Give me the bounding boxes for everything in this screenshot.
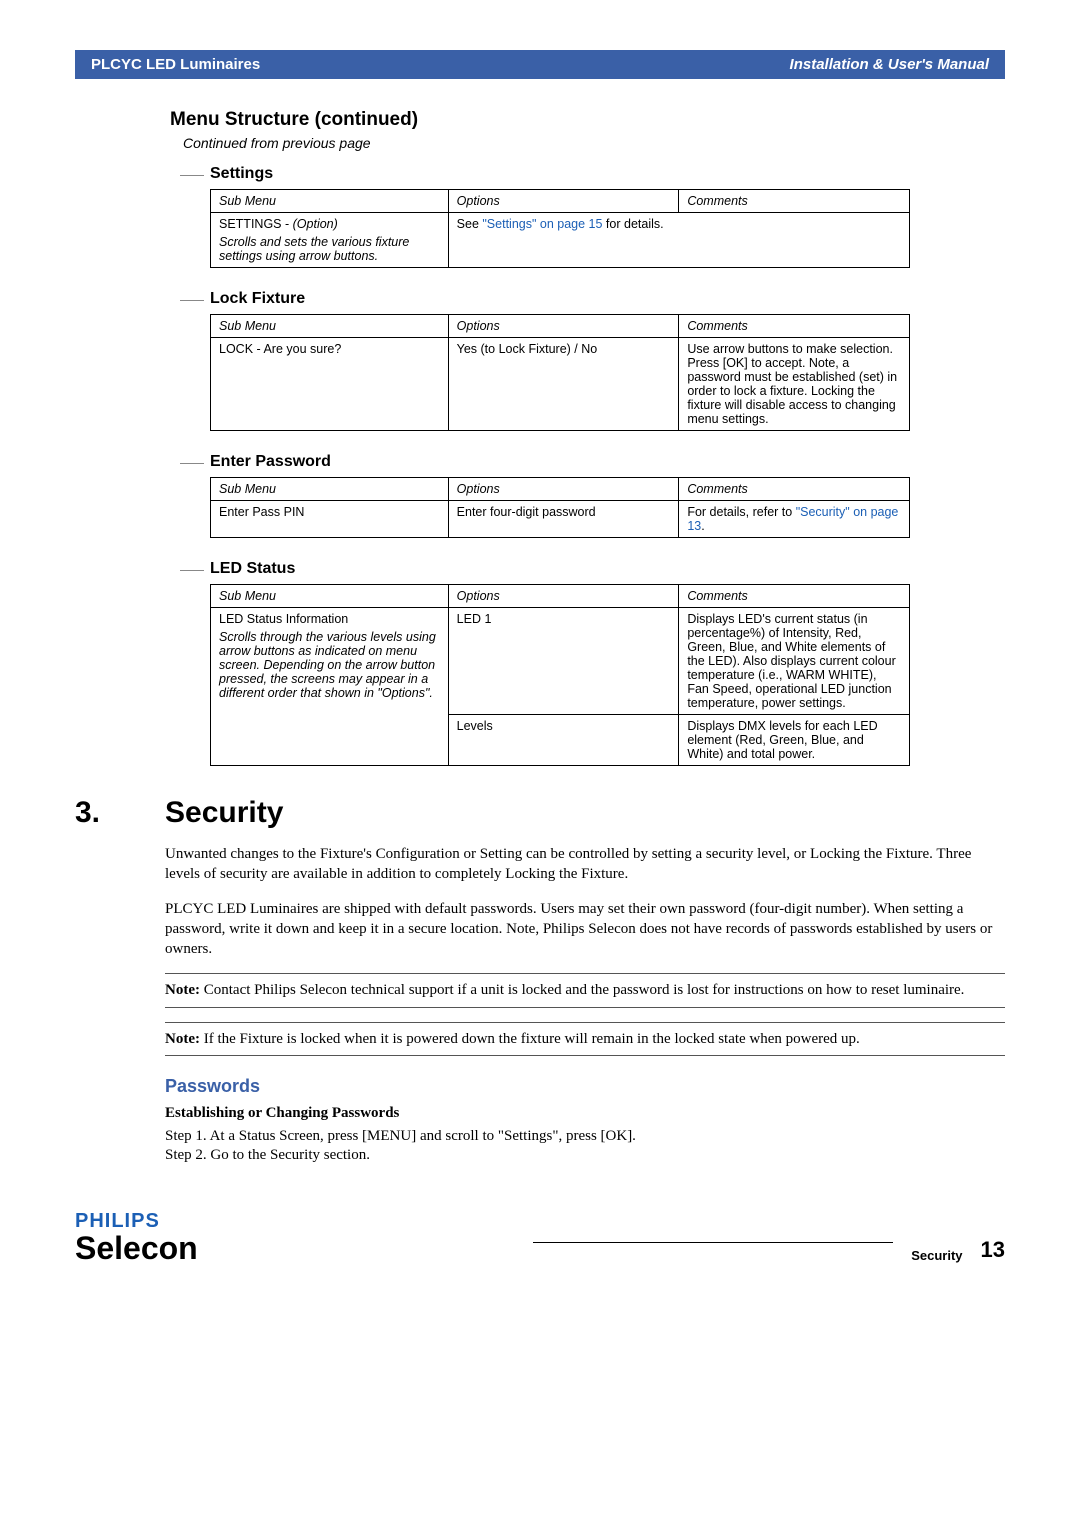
passwords-sub: Establishing or Changing Passwords xyxy=(165,1105,1005,1122)
led-row1-opt: LED 1 xyxy=(448,608,679,715)
password-table: Sub Menu Options Comments Enter Pass PIN… xyxy=(210,477,910,538)
passwords-heading: Passwords xyxy=(165,1076,1005,1097)
col-comments: Comments xyxy=(679,585,910,608)
settings-sub-prefix: SETTINGS - xyxy=(219,217,289,231)
col-options: Options xyxy=(448,585,679,608)
footer-section: Security xyxy=(911,1248,962,1263)
settings-block: Settings Sub Menu Options Comments SETTI… xyxy=(210,165,1005,268)
header-bar: PLCYC LED Luminaires Installation & User… xyxy=(75,50,1005,79)
note2-text: If the Fixture is locked when it is powe… xyxy=(204,1031,860,1047)
settings-com-link[interactable]: "Settings" on page 15 xyxy=(482,217,602,231)
led-row2-opt: Levels xyxy=(448,715,679,766)
lock-com: Use arrow buttons to make selection. Pre… xyxy=(679,338,910,431)
continued-note: Continued from previous page xyxy=(183,135,1005,151)
chapter-row: 3. Security xyxy=(75,796,1005,830)
step-2: Step 2. Go to the Security section. xyxy=(165,1147,1005,1164)
rule xyxy=(165,973,1005,974)
col-options: Options xyxy=(448,190,679,213)
lock-block: Lock Fixture Sub Menu Options Comments L… xyxy=(210,290,1005,431)
settings-sub-desc: Scrolls and sets the various fixture set… xyxy=(219,235,440,263)
password-com-pre: For details, refer to xyxy=(687,505,795,519)
footer-page: 13 xyxy=(981,1237,1005,1263)
lock-table: Sub Menu Options Comments LOCK - Are you… xyxy=(210,314,910,431)
password-com-post: . xyxy=(701,519,704,533)
step-1: Step 1. At a Status Screen, press [MENU]… xyxy=(165,1128,1005,1145)
settings-comments-cell: See "Settings" on page 15 for details. xyxy=(448,213,909,268)
footer: PHILIPS Selecon Security 13 xyxy=(75,1210,1005,1263)
rule xyxy=(165,1022,1005,1023)
col-options: Options xyxy=(448,478,679,501)
led-submenu-cell: LED Status Information Scrolls through t… xyxy=(211,608,449,766)
led-row1-com: Displays LED's current status (in percen… xyxy=(679,608,910,715)
password-heading: Enter Password xyxy=(210,453,1005,471)
settings-submenu-cell: SETTINGS - (Option) Scrolls and sets the… xyxy=(211,213,449,268)
footer-rule xyxy=(533,1242,893,1243)
led-heading: LED Status xyxy=(210,560,1005,578)
security-p1: Unwanted changes to the Fixture's Config… xyxy=(165,844,1005,885)
password-com-cell: For details, refer to "Security" on page… xyxy=(679,501,910,538)
led-sub-title: LED Status Information xyxy=(219,612,348,626)
note2-label: Note: xyxy=(165,1031,200,1047)
password-opt: Enter four-digit password xyxy=(448,501,679,538)
settings-heading: Settings xyxy=(210,165,1005,183)
rule xyxy=(165,1007,1005,1008)
led-block: LED Status Sub Menu Options Comments LED… xyxy=(210,560,1005,766)
brand-block: PHILIPS Selecon xyxy=(75,1210,198,1263)
chapter-number: 3. xyxy=(75,796,165,830)
col-comments: Comments xyxy=(679,478,910,501)
col-submenu: Sub Menu xyxy=(211,478,449,501)
lock-opt: Yes (to Lock Fixture) / No xyxy=(448,338,679,431)
led-sub-desc: Scrolls through the various levels using… xyxy=(219,630,440,700)
col-options: Options xyxy=(448,315,679,338)
col-submenu: Sub Menu xyxy=(211,190,449,213)
col-comments: Comments xyxy=(679,315,910,338)
settings-table: Sub Menu Options Comments SETTINGS - (Op… xyxy=(210,189,910,268)
lock-sub: LOCK - Are you sure? xyxy=(211,338,449,431)
brand-selecon: Selecon xyxy=(75,1233,198,1263)
menu-structure-title: Menu Structure (continued) xyxy=(170,109,1005,131)
security-p2: PLCYC LED Luminaires are shipped with de… xyxy=(165,899,1005,960)
password-block: Enter Password Sub Menu Options Comments… xyxy=(210,453,1005,538)
header-left: PLCYC LED Luminaires xyxy=(91,56,260,73)
chapter-title: Security xyxy=(165,796,283,830)
header-right: Installation & User's Manual xyxy=(790,56,989,73)
footer-right: Security 13 xyxy=(533,1237,1005,1263)
settings-com-post: for details. xyxy=(602,217,663,231)
note1: Note: Contact Philips Selecon technical … xyxy=(165,980,1005,1000)
col-submenu: Sub Menu xyxy=(211,585,449,608)
note1-label: Note: xyxy=(165,982,200,998)
note1-text: Contact Philips Selecon technical suppor… xyxy=(204,982,965,998)
led-row2-com: Displays DMX levels for each LED element… xyxy=(679,715,910,766)
password-sub: Enter Pass PIN xyxy=(211,501,449,538)
settings-com-pre: See xyxy=(457,217,483,231)
col-submenu: Sub Menu xyxy=(211,315,449,338)
note2: Note: If the Fixture is locked when it i… xyxy=(165,1029,1005,1049)
rule xyxy=(165,1055,1005,1056)
lock-heading: Lock Fixture xyxy=(210,290,1005,308)
led-table: Sub Menu Options Comments LED Status Inf… xyxy=(210,584,910,766)
col-comments: Comments xyxy=(679,190,910,213)
settings-sub-option: (Option) xyxy=(293,217,338,231)
